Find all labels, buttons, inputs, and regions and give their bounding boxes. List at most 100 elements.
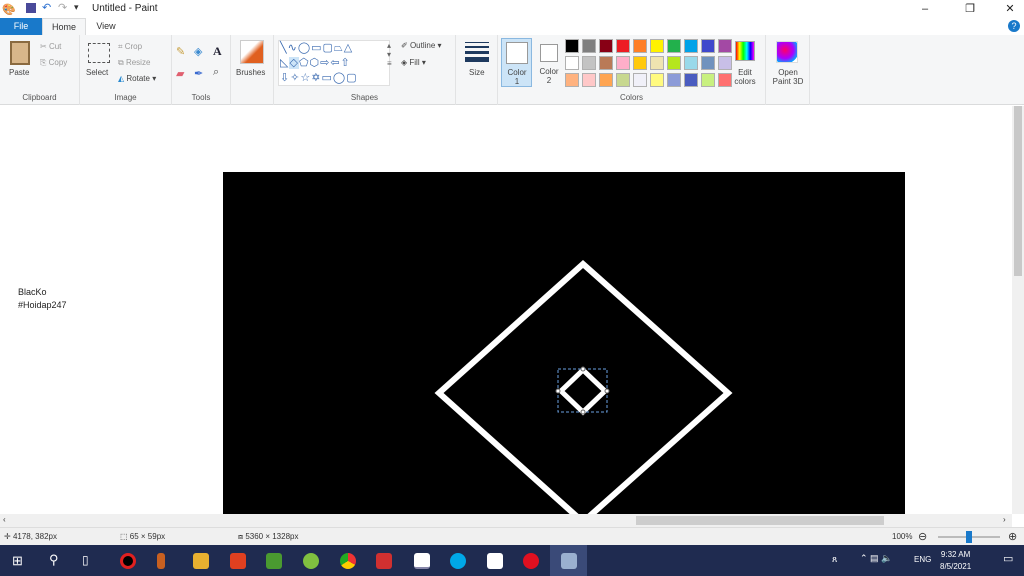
palette-swatch[interactable] [684, 39, 698, 53]
select-icon[interactable] [88, 43, 110, 63]
resize-handle[interactable] [604, 388, 610, 394]
scroll-right-arrow[interactable]: › [1003, 515, 1006, 524]
palette-swatch[interactable] [701, 39, 715, 53]
text-tool-icon[interactable]: A [213, 44, 222, 59]
select-button[interactable]: Select [86, 68, 108, 77]
app-icon[interactable] [266, 553, 282, 569]
palette-swatch[interactable] [565, 39, 579, 53]
coccoc-icon[interactable] [303, 553, 319, 569]
fill-bucket-icon[interactable]: ◈ [194, 45, 202, 58]
eraser-icon[interactable]: ▰ [176, 67, 184, 80]
size-button[interactable]: Size [469, 68, 485, 77]
open-paint3d-button[interactable]: Open Paint 3D [770, 68, 806, 86]
zoom-out-button[interactable]: ⊖ [918, 530, 927, 543]
zoom-slider[interactable] [938, 531, 1000, 543]
tray-icons[interactable]: ⌃ ▤ 🔈 [860, 553, 892, 564]
scroll-left-arrow[interactable]: ‹ [3, 515, 6, 524]
rotate-button[interactable]: ◭ Rotate ▾ [118, 74, 156, 83]
shapes-scroll[interactable]: ▴ ▾ ≡ [387, 41, 392, 68]
tab-home[interactable]: Home [42, 18, 86, 35]
palette-swatch[interactable] [650, 39, 664, 53]
horizontal-scrollbar[interactable]: ‹ › [0, 514, 1012, 527]
resize-handle[interactable] [555, 388, 561, 394]
resize-handle[interactable] [580, 409, 586, 415]
palette-swatch[interactable] [582, 73, 596, 87]
diamond-shape-selected[interactable]: ◇ [289, 57, 299, 69]
paint3d-icon[interactable] [776, 41, 798, 63]
zoom-slider-thumb[interactable] [966, 531, 972, 543]
brushes-button[interactable]: Brushes [236, 68, 265, 77]
copy-button[interactable]: ⎘ Copy [40, 58, 67, 68]
zoom-in-button[interactable]: ⊕ [1008, 530, 1017, 543]
palette-swatch[interactable] [718, 56, 732, 70]
palette-swatch[interactable] [582, 56, 596, 70]
palette-swatch[interactable] [633, 39, 647, 53]
palette-swatch[interactable] [718, 39, 732, 53]
palette-swatch[interactable] [565, 73, 579, 87]
close-button[interactable]: ✕ [995, 0, 1024, 18]
size-icon[interactable] [465, 42, 489, 62]
selection-box[interactable] [557, 368, 608, 413]
palette-swatch[interactable] [616, 56, 630, 70]
save-icon[interactable] [26, 3, 36, 13]
palette-swatch[interactable] [667, 39, 681, 53]
notifications-icon[interactable]: ▭ [1003, 552, 1013, 565]
vertical-scrollbar[interactable] [1012, 106, 1024, 514]
paint-taskbar-active[interactable] [550, 545, 587, 576]
palette-swatch[interactable] [684, 56, 698, 70]
people-icon[interactable]: ጸ [832, 554, 837, 565]
clock[interactable]: 9:32 AM 8/5/2021 [940, 549, 971, 573]
ccleaner-icon[interactable] [230, 553, 246, 569]
palette-swatch[interactable] [650, 56, 664, 70]
search-icon[interactable]: ⚲ [49, 552, 59, 568]
palette-swatch[interactable] [650, 73, 664, 87]
undo-icon[interactable]: ↶ [42, 1, 51, 14]
palette-swatch[interactable] [599, 39, 613, 53]
tab-file[interactable]: File [0, 18, 42, 35]
fill-button[interactable]: ◈ Fill ▾ [401, 58, 426, 67]
restore-button[interactable]: ❐ [955, 0, 985, 18]
palette-swatch[interactable] [565, 56, 579, 70]
palette-swatch[interactable] [633, 73, 647, 87]
brush-icon[interactable] [240, 40, 264, 64]
redo-icon[interactable]: ↷ [58, 1, 67, 14]
palette-swatch[interactable] [633, 56, 647, 70]
task-view-icon[interactable]: ▯ [82, 553, 89, 567]
color-picker-icon[interactable]: ✒ [194, 67, 203, 80]
palette-swatch[interactable] [599, 73, 613, 87]
palette-swatch[interactable] [582, 39, 596, 53]
palette-swatch[interactable] [701, 73, 715, 87]
small-diamond-shape[interactable] [557, 366, 609, 416]
customize-quick-access-icon[interactable]: ▾ [74, 2, 79, 13]
edit-colors-icon[interactable] [735, 41, 755, 61]
crop-button[interactable]: ⌗ Crop [118, 42, 142, 52]
language-indicator[interactable]: ENG [914, 555, 931, 564]
magnifier-icon[interactable]: ⌕ [213, 66, 219, 79]
edit-colors-button[interactable]: Edit colors [734, 68, 756, 86]
pencil-icon[interactable]: ✎ [176, 45, 185, 58]
skype-icon[interactable] [450, 553, 466, 569]
zalo-icon[interactable] [414, 553, 430, 569]
vertical-scroll-thumb[interactable] [1014, 106, 1022, 276]
horizontal-scroll-thumb[interactable] [636, 516, 884, 525]
color2-button[interactable]: Color 2 [535, 38, 563, 87]
palette-swatch[interactable] [718, 73, 732, 87]
cut-button[interactable]: ✂ Cut [40, 42, 61, 51]
pencil-app-icon[interactable] [157, 553, 165, 569]
palette-swatch[interactable] [599, 56, 613, 70]
palette-swatch[interactable] [616, 39, 630, 53]
resize-handle[interactable] [580, 366, 586, 372]
minimize-button[interactable]: – [910, 0, 940, 18]
palette-swatch[interactable] [684, 73, 698, 87]
palette-swatch[interactable] [667, 56, 681, 70]
palette-swatch[interactable] [701, 56, 715, 70]
resize-button[interactable]: ⧉ Resize [118, 58, 150, 68]
opera-icon[interactable] [523, 553, 539, 569]
tab-view[interactable]: View [86, 18, 126, 35]
chrome-icon[interactable] [340, 553, 356, 569]
file-explorer-icon[interactable] [193, 553, 209, 569]
paste-icon[interactable] [10, 41, 30, 65]
shapes-gallery[interactable]: ╲∿◯▭▢⏢△ ◺◇⬠⬡⇨⇦⇧ ⇩✧☆✡▭◯▢ [278, 40, 390, 86]
start-button-icon[interactable]: ⊞ [12, 553, 23, 569]
help-icon[interactable]: ? [1008, 20, 1020, 32]
